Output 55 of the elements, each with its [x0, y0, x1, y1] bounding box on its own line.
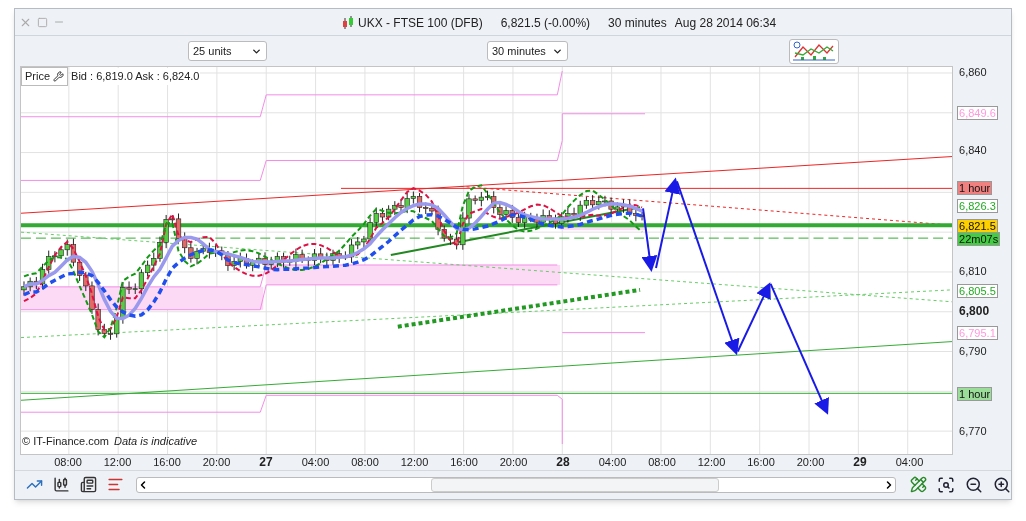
draw-tools-icon[interactable] — [910, 476, 927, 493]
document-icon[interactable] — [80, 476, 97, 493]
price-axis-label: 6,790 — [959, 345, 987, 358]
bars-icon[interactable] — [107, 476, 124, 493]
time-axis-label: 12:00 — [400, 456, 429, 469]
price-axis-label: 6,840 — [959, 144, 987, 157]
price-marker: 6,826.3 — [957, 199, 998, 213]
time-axis-label: 04:00 — [895, 456, 924, 469]
price-axis-label: 6,860 — [959, 66, 987, 79]
time-axis-label: 20:00 — [202, 456, 231, 469]
time-axis-label: 29 — [853, 456, 867, 469]
zoom-out-icon[interactable] — [965, 475, 983, 494]
time-axis-label: 08:00 — [54, 456, 82, 469]
time-axis-label: 16:00 — [450, 456, 478, 469]
price-axis-label: 6,800 — [959, 305, 990, 318]
time-axis-label: 04:00 — [598, 456, 627, 469]
time-axis-label: 27 — [259, 456, 273, 469]
time-axis-label: 04:00 — [301, 456, 330, 469]
price-settings-button[interactable]: Price — [21, 67, 69, 86]
interval-dropdown[interactable]: 30 minutes — [487, 41, 568, 61]
indicator-chart-icon — [793, 41, 835, 61]
scroll-thumb[interactable] — [431, 477, 719, 492]
price-axis-label: 6,810 — [959, 265, 987, 278]
data-disclaimer: Data is indicative — [113, 433, 198, 449]
candlestick-chart-icon[interactable] — [53, 476, 70, 493]
price-axis-label: 6,770 — [959, 425, 987, 438]
chart-interval: 30 minutes — [608, 15, 667, 32]
instrument-name: UKX - FTSE 100 (DFB) — [358, 15, 483, 32]
scroll-bar[interactable] — [136, 476, 896, 493]
time-axis-label: 20:00 — [796, 456, 825, 469]
zoom-in-icon[interactable] — [993, 475, 1011, 494]
candlestick-icon — [342, 16, 354, 30]
chart-datetime: Aug 28 2014 06:34 — [674, 15, 777, 32]
price-marker: 6,849.6 — [957, 106, 998, 120]
time-axis-label: 28 — [556, 456, 570, 469]
time-axis-label: 16:00 — [153, 456, 181, 469]
time-axis-label: 08:00 — [648, 456, 676, 469]
zoom-fit-icon[interactable] — [937, 475, 955, 494]
indicators-button[interactable] — [789, 38, 839, 64]
time-axis-label: 20:00 — [499, 456, 528, 469]
price-marker: 22m07s — [957, 232, 1001, 246]
time-axis-label: 16:00 — [747, 456, 775, 469]
wrench-icon — [53, 71, 65, 82]
units-dropdown[interactable]: 25 units — [188, 41, 267, 61]
bid-ask-quote: Bid : 6,819.0 Ask : 6,824.0 — [71, 68, 200, 85]
price-marker: 1 hour — [957, 181, 993, 195]
price-marker: 6,805.5 — [957, 284, 998, 298]
time-axis-label: 12:00 — [103, 456, 132, 469]
copyright-text: © IT-Finance.com — [22, 433, 109, 449]
time-axis-label: 12:00 — [697, 456, 726, 469]
price-marker: 1 hour — [957, 387, 993, 401]
time-axis-label: 08:00 — [351, 456, 379, 469]
price-marker: 6,795.1 — [957, 326, 998, 340]
current-price: 6,821.5 (-0.00%) — [500, 15, 591, 32]
price-marker: 6,821.5 — [957, 219, 998, 233]
